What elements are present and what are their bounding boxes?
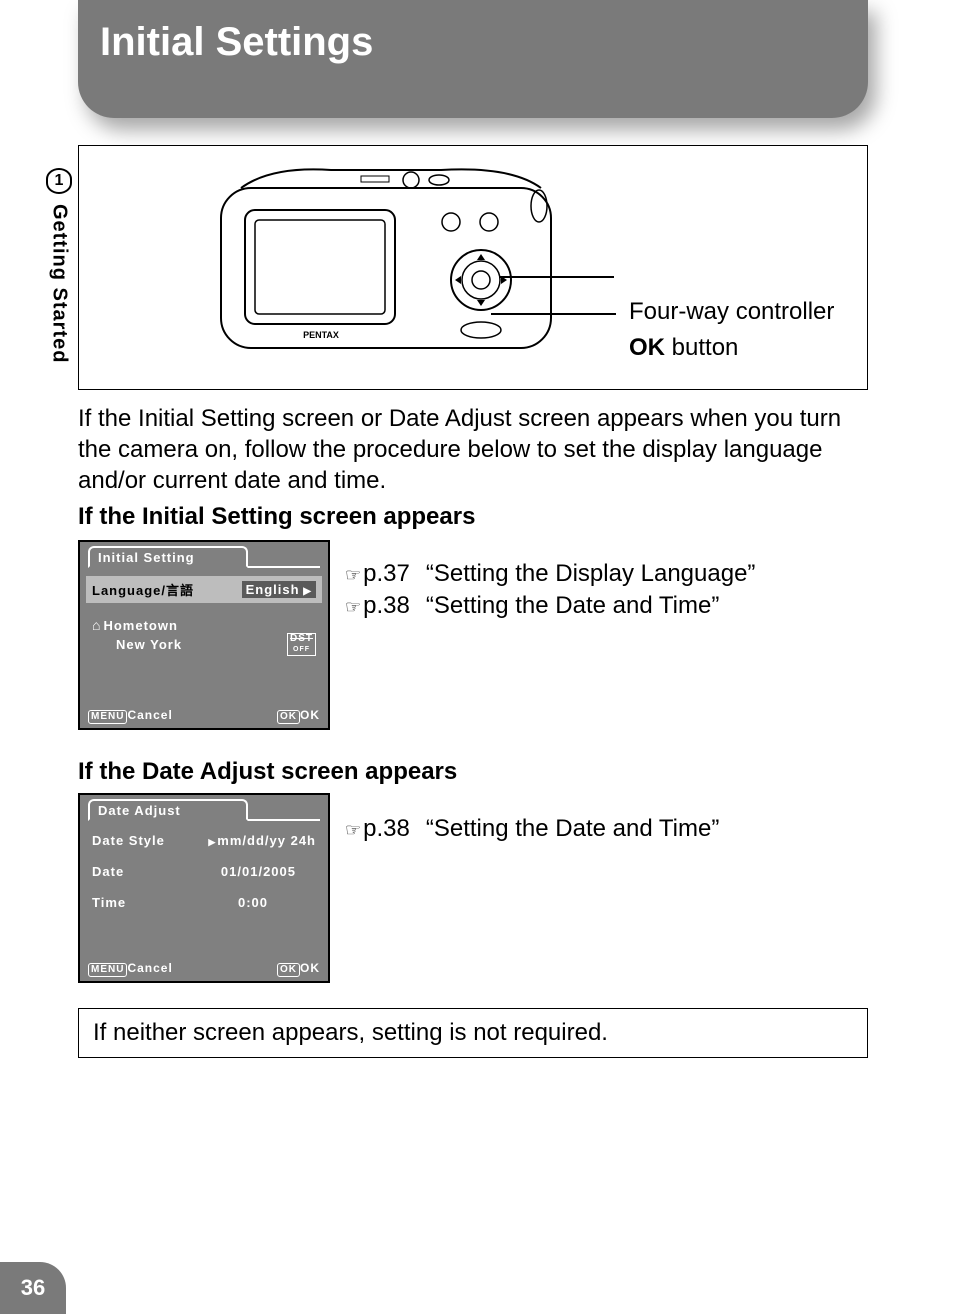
callout-line bbox=[499, 276, 614, 278]
time-label: Time bbox=[92, 895, 126, 910]
hometown-value: New York bbox=[92, 637, 182, 652]
menu-button-icon: MENU bbox=[88, 710, 127, 724]
ref-title: “Setting the Date and Time” bbox=[426, 815, 719, 843]
ok-rest: button bbox=[665, 334, 738, 361]
section-title: Getting Started bbox=[48, 204, 71, 363]
section-tab: 1 Getting Started bbox=[46, 168, 72, 363]
language-label: Language/言語 bbox=[92, 580, 194, 599]
ok-bold: OK bbox=[629, 334, 665, 361]
time-value: 0:00 bbox=[238, 895, 268, 910]
language-value: English bbox=[242, 581, 316, 598]
date-style-label: Date Style bbox=[92, 833, 165, 848]
language-row: Language/言語 English bbox=[86, 576, 322, 603]
page-ref: p.38 bbox=[345, 592, 410, 620]
camera-diagram: PENTAX Four-way controller OK button bbox=[78, 145, 868, 390]
reference-list-2: p.38 “Setting the Date and Time” bbox=[345, 815, 719, 847]
date-label: Date bbox=[92, 864, 124, 879]
section-number-badge: 1 bbox=[46, 168, 72, 194]
time-row: Time 0:00 bbox=[80, 891, 328, 914]
ref-title: “Setting the Display Language” bbox=[426, 560, 756, 588]
page-ref: p.37 bbox=[345, 560, 410, 588]
initial-setting-screen: Initial Setting Language/言語 English Home… bbox=[78, 540, 330, 730]
lcd-title: Date Adjust bbox=[88, 799, 248, 821]
camera-illustration: PENTAX bbox=[211, 158, 581, 366]
hometown-row: Hometown bbox=[80, 613, 328, 633]
reference-item: p.38 “Setting the Date and Time” bbox=[345, 815, 719, 843]
page-header: Initial Settings bbox=[78, 0, 868, 118]
ok-button-icon: OK bbox=[277, 710, 300, 724]
intro-paragraph: If the Initial Setting screen or Date Ad… bbox=[78, 403, 868, 497]
date-style-row: Date Style mm/dd/yy 24h bbox=[80, 829, 328, 852]
ref-title: “Setting the Date and Time” bbox=[426, 592, 719, 620]
page-title: Initial Settings bbox=[100, 20, 846, 65]
lcd-title: Initial Setting bbox=[88, 546, 248, 568]
callout-ok: OK button bbox=[629, 334, 738, 362]
date-style-value: mm/dd/yy 24h bbox=[208, 833, 316, 848]
page-ref: p.38 bbox=[345, 815, 410, 843]
subheading-date-adjust: If the Date Adjust screen appears bbox=[78, 758, 457, 786]
lcd-bottom-bar: MENUCancel OKOK bbox=[88, 961, 320, 977]
dst-indicator: DST OFF bbox=[287, 633, 316, 656]
date-value: 01/01/2005 bbox=[221, 864, 296, 879]
date-adjust-screen: Date Adjust Date Style mm/dd/yy 24h Date… bbox=[78, 793, 330, 983]
callout-line bbox=[491, 313, 616, 315]
subheading-initial-setting: If the Initial Setting screen appears bbox=[78, 503, 475, 531]
lcd-bottom-bar: MENUCancel OKOK bbox=[88, 708, 320, 724]
cancel-label: Cancel bbox=[127, 961, 172, 975]
hometown-label: Hometown bbox=[92, 617, 178, 633]
brand-text: PENTAX bbox=[303, 330, 339, 340]
cancel-label: Cancel bbox=[127, 708, 172, 722]
ok-label: OK bbox=[300, 961, 320, 975]
menu-button-icon: MENU bbox=[88, 963, 127, 977]
ok-button-icon: OK bbox=[277, 963, 300, 977]
reference-list-1: p.37 “Setting the Display Language” p.38… bbox=[345, 560, 755, 624]
date-row: Date 01/01/2005 bbox=[80, 860, 328, 883]
reference-item: p.37 “Setting the Display Language” bbox=[345, 560, 755, 588]
note-box: If neither screen appears, setting is no… bbox=[78, 1008, 868, 1058]
callout-four-way: Four-way controller bbox=[629, 298, 834, 326]
ok-label: OK bbox=[300, 708, 320, 722]
reference-item: p.38 “Setting the Date and Time” bbox=[345, 592, 755, 620]
page-number: 36 bbox=[0, 1262, 66, 1314]
